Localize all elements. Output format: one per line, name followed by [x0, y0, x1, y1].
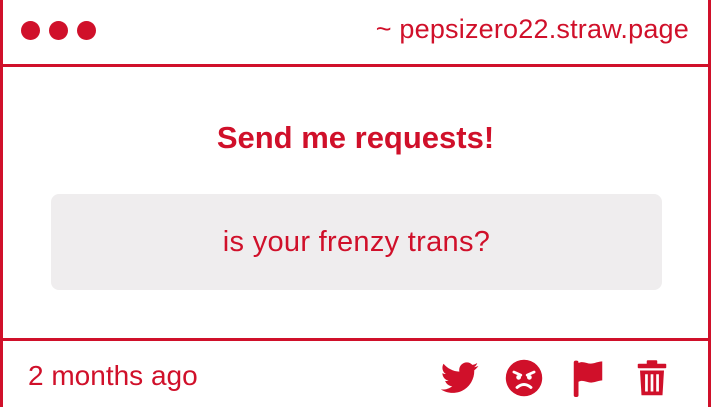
- block-user-button[interactable]: [504, 358, 544, 398]
- window-dot: [21, 21, 40, 40]
- question-text: is your frenzy trans?: [222, 225, 491, 258]
- report-button[interactable]: [568, 358, 608, 398]
- window-dot: [77, 21, 96, 40]
- angry-face-icon: [505, 359, 543, 397]
- window-controls: [21, 21, 96, 40]
- timestamp: 2 months ago: [28, 360, 198, 391]
- flag-icon: [573, 360, 603, 397]
- trash-icon: [637, 360, 667, 396]
- delete-button[interactable]: [632, 358, 672, 398]
- question-box: is your frenzy trans?: [51, 194, 662, 290]
- window-titlebar: ~ pepsizero22.straw.page: [3, 0, 708, 67]
- window-dot: [49, 21, 68, 40]
- card-footer: 2 months ago: [3, 338, 708, 410]
- twitter-icon: [441, 362, 479, 393]
- action-bar: [416, 358, 672, 398]
- share-twitter-button[interactable]: [440, 358, 480, 398]
- request-content: Send me requests! is your frenzy trans?: [3, 67, 708, 338]
- straw-page-card: ~ pepsizero22.straw.page Send me request…: [0, 0, 711, 407]
- site-address[interactable]: ~ pepsizero22.straw.page: [376, 14, 689, 45]
- page-heading: Send me requests!: [216, 120, 495, 155]
